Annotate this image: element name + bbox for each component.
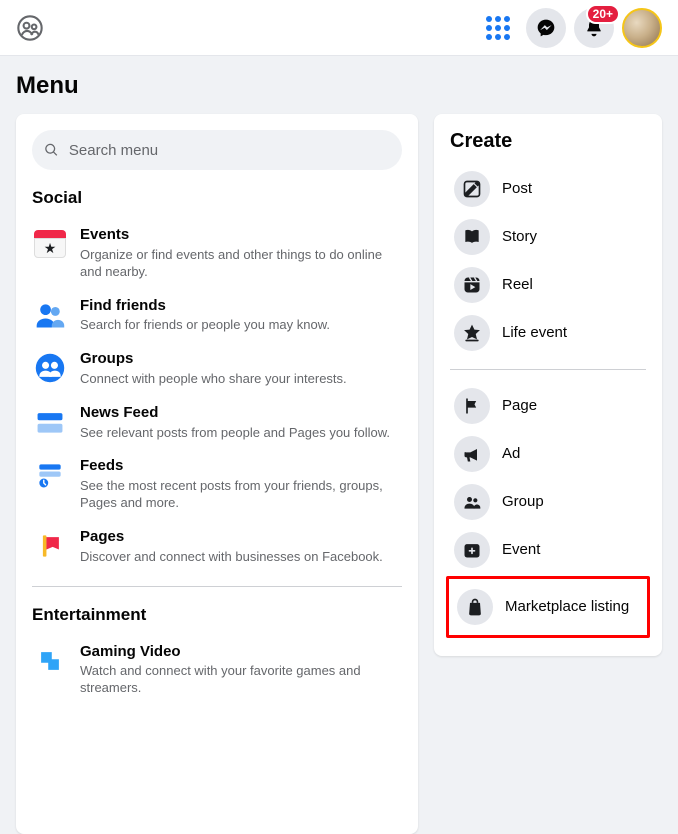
create-item-label: Life event	[502, 324, 567, 342]
create-marketplace-listing[interactable]: Marketplace listing	[453, 583, 643, 631]
groups-icon	[32, 350, 68, 386]
menu-item-events[interactable]: ★ Events Organize or find events and oth…	[32, 218, 402, 289]
messenger-icon	[536, 18, 556, 38]
create-page[interactable]: Page	[450, 382, 646, 430]
section-entertainment-heading: Entertainment	[32, 605, 402, 625]
menu-item-groups[interactable]: Groups Connect with people who share you…	[32, 342, 402, 396]
megaphone-icon	[454, 436, 490, 472]
page-title: Menu	[16, 72, 662, 100]
messenger-button[interactable]	[526, 8, 566, 48]
create-reel[interactable]: Reel	[450, 261, 646, 309]
menu-panel: Social ★ Events Organize or find events …	[16, 114, 418, 834]
star-icon	[454, 315, 490, 351]
create-story[interactable]: Story	[450, 213, 646, 261]
search-input[interactable]	[67, 141, 390, 160]
top-bar: 20+	[0, 0, 678, 56]
apps-grid-icon	[486, 16, 510, 40]
section-social-heading: Social	[32, 188, 402, 208]
create-post[interactable]: Post	[450, 165, 646, 213]
menu-item-desc: Discover and connect with businesses on …	[80, 549, 402, 566]
apps-menu-button[interactable]	[478, 8, 518, 48]
menu-item-title: Pages	[80, 528, 402, 547]
menu-item-desc: See relevant posts from people and Pages…	[80, 425, 402, 442]
events-icon: ★	[32, 226, 68, 262]
menu-item-title: Groups	[80, 350, 402, 369]
community-icon	[16, 14, 44, 42]
notification-badge: 20+	[586, 4, 620, 24]
menu-item-title: Events	[80, 226, 402, 245]
create-item-label: Event	[502, 541, 540, 559]
menu-item-desc: Connect with people who share your inter…	[80, 371, 402, 388]
search-menu[interactable]	[32, 130, 402, 170]
menu-item-pages[interactable]: Pages Discover and connect with business…	[32, 520, 402, 574]
pages-icon	[32, 528, 68, 564]
calendar-plus-icon	[454, 532, 490, 568]
book-icon	[454, 219, 490, 255]
menu-item-desc: Watch and connect with your favorite gam…	[80, 663, 402, 697]
menu-item-title: News Feed	[80, 404, 402, 423]
find-friends-icon	[32, 297, 68, 333]
menu-item-find-friends[interactable]: Find friends Search for friends or peopl…	[32, 289, 402, 343]
menu-item-title: Gaming Video	[80, 643, 402, 662]
news-feed-icon	[32, 404, 68, 440]
create-heading: Create	[450, 130, 646, 153]
search-icon	[44, 142, 59, 158]
notifications-button[interactable]: 20+	[574, 8, 614, 48]
reel-icon	[454, 267, 490, 303]
avatar[interactable]	[622, 8, 662, 48]
gaming-video-icon	[32, 643, 68, 679]
flag-icon	[454, 388, 490, 424]
create-event[interactable]: Event	[450, 526, 646, 574]
create-ad[interactable]: Ad	[450, 430, 646, 478]
create-item-label: Reel	[502, 276, 533, 294]
menu-item-title: Feeds	[80, 457, 402, 476]
create-item-label: Story	[502, 228, 537, 246]
edit-icon	[454, 171, 490, 207]
create-panel: Create Post Story Reel	[434, 114, 662, 656]
group-icon	[454, 484, 490, 520]
create-item-label: Post	[502, 180, 532, 198]
create-life-event[interactable]: Life event	[450, 309, 646, 357]
divider	[32, 586, 402, 587]
create-group[interactable]: Group	[450, 478, 646, 526]
menu-item-desc: Search for friends or people you may kno…	[80, 317, 402, 334]
menu-item-title: Find friends	[80, 297, 402, 316]
highlight-marketplace: Marketplace listing	[446, 576, 650, 638]
create-item-label: Ad	[502, 445, 520, 463]
menu-item-gaming-video[interactable]: Gaming Video Watch and connect with your…	[32, 635, 402, 706]
menu-item-desc: Organize or find events and other things…	[80, 247, 402, 281]
menu-item-desc: See the most recent posts from your frie…	[80, 478, 402, 512]
menu-item-feeds[interactable]: Feeds See the most recent posts from you…	[32, 449, 402, 520]
menu-item-news-feed[interactable]: News Feed See relevant posts from people…	[32, 396, 402, 450]
shopping-bag-icon	[457, 589, 493, 625]
create-item-label: Marketplace listing	[505, 598, 629, 616]
create-item-label: Page	[502, 397, 537, 415]
create-item-label: Group	[502, 493, 544, 511]
divider	[450, 369, 646, 370]
feeds-icon	[32, 457, 68, 493]
